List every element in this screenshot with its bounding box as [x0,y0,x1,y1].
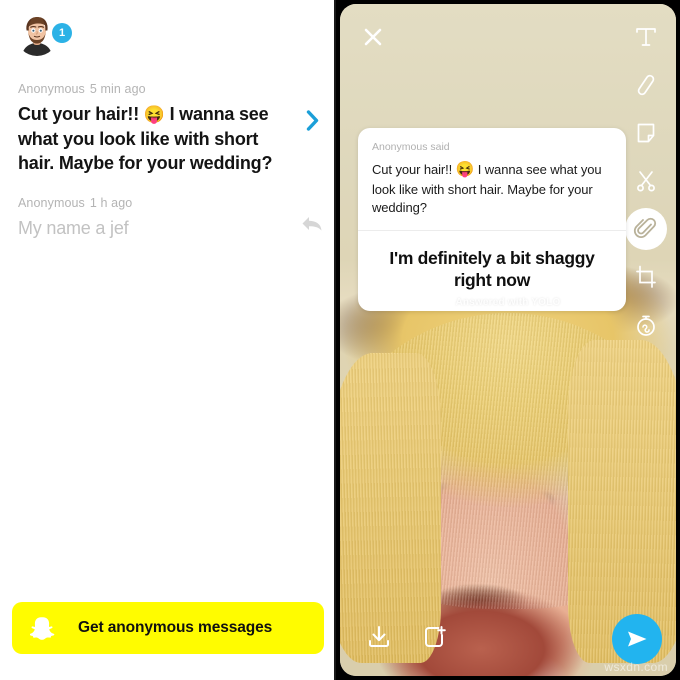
watermark: wsxdn.com [604,660,668,674]
tongue-out-emoji: 😝 [455,161,475,178]
draw-tool-button[interactable] [625,64,667,106]
crop-tool-button[interactable] [625,256,667,298]
app-root: 1 Anonymous 5 min ago Cut your hair!! 😝 I… [0,0,680,680]
crop-icon [636,265,656,288]
yolo-said-label: Anonymous said [372,141,450,153]
attach-link-tool-button[interactable] [625,208,667,250]
paperclip-icon [633,217,657,238]
send-plane-icon [628,631,647,647]
reply-arrow-icon [302,216,322,231]
answered-with-label: Answered with YOLO [455,297,561,308]
cta-label: Get anonymous messages [78,619,273,636]
snap-editor-panel: Anonymous said Cut your hair!! 😝 I wanna… [336,0,680,680]
sticker-tool-button[interactable] [625,112,667,154]
sticker-icon [637,123,655,143]
scissors-icon [637,171,655,192]
message-list: Anonymous 5 min ago Cut your hair!! 😝 I w… [0,74,336,253]
yolo-question-part-1: Cut your hair!! [372,162,456,177]
scissors-tool-button[interactable] [625,160,667,202]
message-meta: Anonymous 5 min ago [18,82,296,96]
tongue-out-emoji: 😝 [143,105,165,124]
phone-viewport: Anonymous said Cut your hair!! 😝 I wanna… [340,4,676,676]
add-to-story-button[interactable] [414,616,456,658]
anonymous-message-inbox: 1 Anonymous 5 min ago Cut your hair!! 😝 I… [0,0,336,680]
close-icon [364,28,382,46]
text-tool-button[interactable] [625,16,667,58]
send-button[interactable] [612,614,662,664]
yolo-question-block: Anonymous said Cut your hair!! 😝 I wanna… [358,128,626,230]
message-text: My name a jef [18,217,129,238]
yolo-answer-card[interactable]: Anonymous said Cut your hair!! 😝 I wanna… [358,128,626,312]
save-snap-button[interactable] [358,616,400,658]
message-sender: Anonymous [18,195,85,210]
snapchat-ghost-icon [29,615,56,641]
timer-icon [637,315,655,336]
message-time: 1 h ago [89,195,133,210]
bottom-actions [358,616,470,658]
message-time: 5 min ago [89,82,146,96]
pencil-draw-icon [637,74,655,96]
chevron-right-icon [306,109,318,131]
message-meta: Anonymous 1 h ago [18,196,296,210]
text-tool-icon [636,28,656,46]
list-item[interactable]: Anonymous 1 h ago My name a jef [0,188,336,253]
reply-button[interactable] [300,212,324,236]
add-to-story-icon [425,626,446,647]
avatar-row[interactable]: 1 [16,14,72,56]
unread-badge: 1 [52,23,72,43]
open-message-button[interactable] [300,108,324,132]
list-item[interactable]: Anonymous 5 min ago Cut your hair!! 😝 I w… [0,74,336,188]
message-text-part-1: Cut your hair!! [18,104,144,124]
timer-tool-button[interactable] [625,304,667,346]
yolo-question-text: Cut your hair!! 😝 I wanna see what you l… [372,160,612,217]
message-text: Cut your hair!! 😝 I wanna see what you l… [18,102,296,176]
download-icon [369,626,389,647]
get-anonymous-messages-button[interactable]: Get anonymous messages [12,602,324,654]
message-sender: Anonymous [18,82,85,96]
blonde-wig-right-strand [568,340,676,663]
close-button[interactable] [360,24,386,50]
